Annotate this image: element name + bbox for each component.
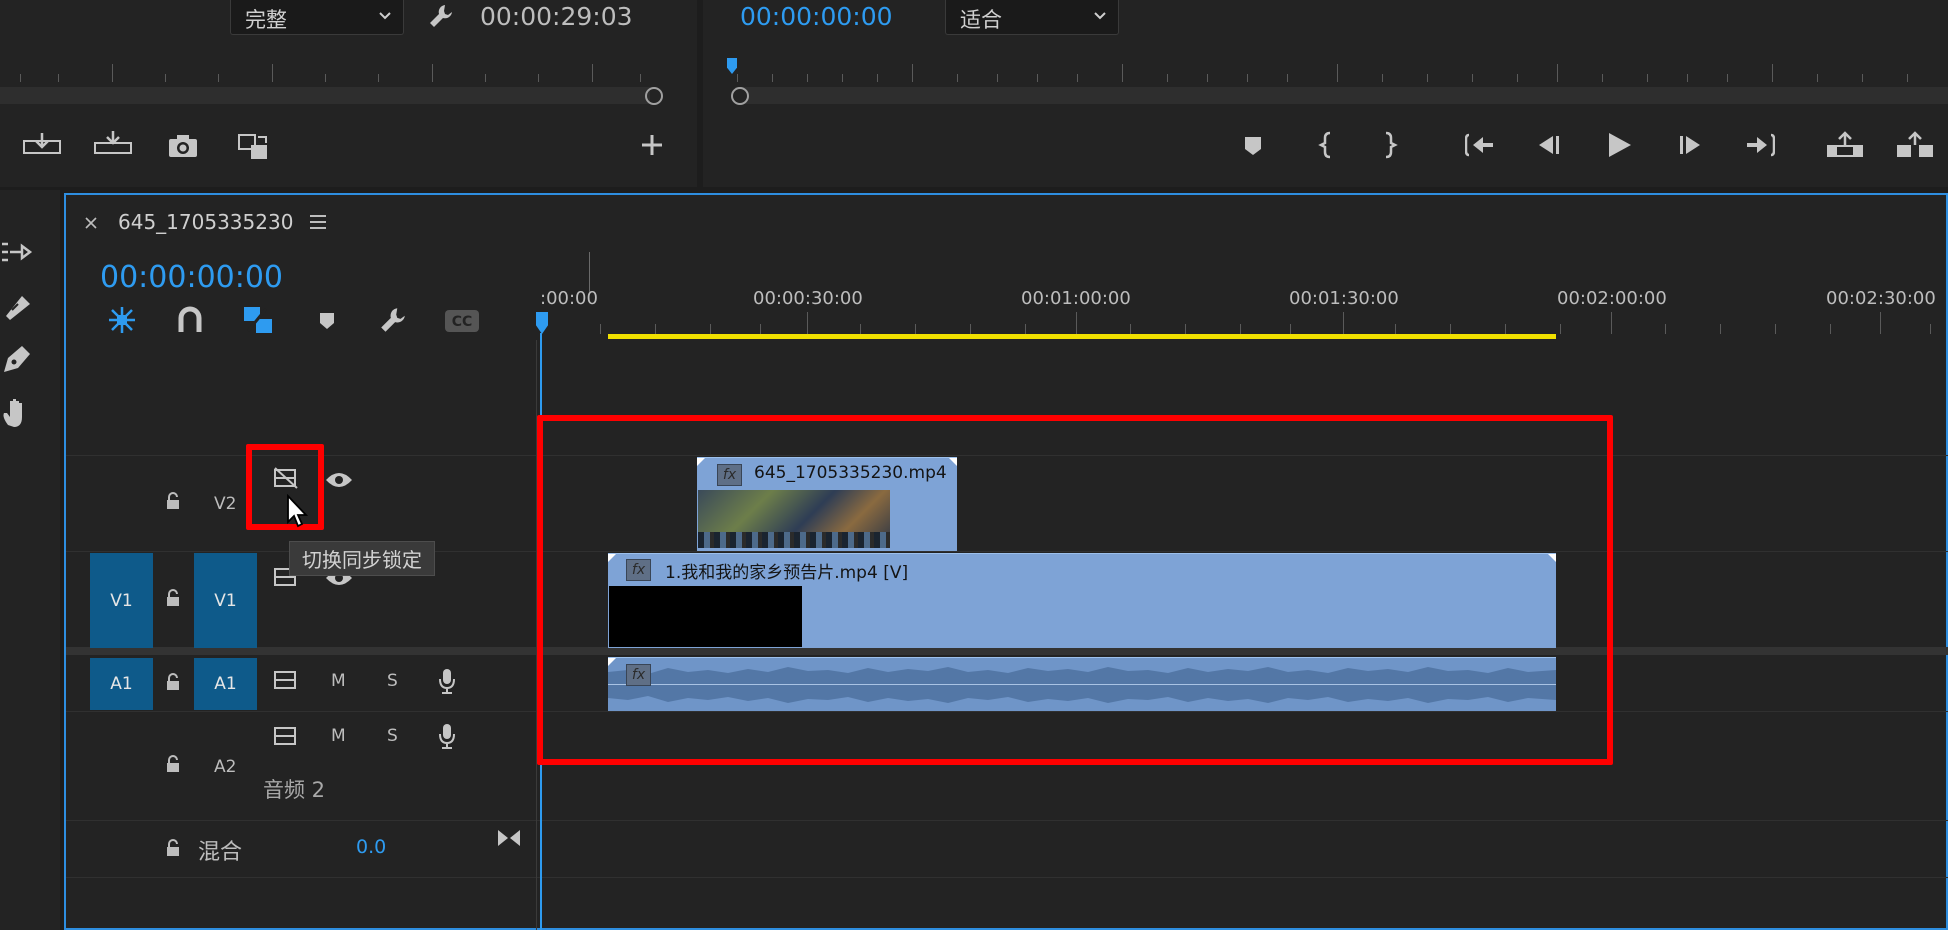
close-icon[interactable] [84, 216, 98, 230]
solo-button-a1[interactable]: S [387, 671, 398, 691]
step-forward-icon[interactable] [1676, 133, 1704, 157]
microphone-icon[interactable] [438, 722, 456, 750]
timeline-tab-title[interactable]: 645_1705335230 [118, 210, 293, 234]
track-label-v2: V2 [214, 494, 237, 514]
source-patch-v1[interactable]: V1 [90, 553, 153, 648]
mix-track-label: 混合 [198, 840, 243, 865]
source-patch-a1[interactable]: A1 [90, 658, 153, 710]
microphone-icon[interactable] [438, 667, 456, 695]
track-label-a2: A2 [214, 757, 237, 777]
lock-icon[interactable] [165, 838, 181, 862]
camera-icon[interactable] [167, 133, 199, 159]
timeline-ruler[interactable]: :00:00 00:00:30:00 00:01:00:00 00:01:30:… [540, 252, 1948, 340]
add-button-icon[interactable] [640, 133, 664, 157]
eye-icon[interactable] [324, 470, 354, 490]
program-zoom-bar[interactable] [735, 87, 1948, 104]
highlight-box-clips [537, 415, 1613, 765]
track-target-a1[interactable]: A1 [194, 658, 257, 710]
program-timecode[interactable]: 00:00:00:00 [740, 2, 893, 31]
program-zoom-value: 适合 [960, 8, 1002, 32]
timeline-timecode[interactable]: 00:00:00:00 [100, 260, 283, 295]
timeline-settings-wrench-icon[interactable] [378, 305, 408, 335]
source-zoom-handle[interactable] [645, 87, 663, 105]
ruler-label: 00:01:00:00 [1021, 288, 1131, 309]
track-name-a2: 音频 2 [263, 778, 326, 802]
replace-icon[interactable] [236, 131, 272, 163]
mix-bowtie-icon[interactable] [496, 828, 522, 848]
go-to-in-icon[interactable] [1465, 133, 1497, 157]
play-icon[interactable] [1606, 131, 1632, 159]
ruler-label: 00:00:30:00 [753, 288, 863, 309]
ruler-label: 00:02:30:00 [1826, 288, 1936, 309]
ruler-label: 00:01:30:00 [1289, 288, 1399, 309]
program-zoom-select[interactable]: 适合 [945, 0, 1119, 35]
source-ruler[interactable] [0, 60, 660, 88]
ruler-label: 00:02:00:00 [1557, 288, 1667, 309]
go-to-out-icon[interactable] [1743, 133, 1775, 157]
captions-icon[interactable]: CC [444, 309, 480, 333]
lock-icon[interactable] [165, 491, 181, 515]
add-marker-icon[interactable] [318, 311, 336, 331]
chevron-down-icon [1092, 8, 1108, 24]
mix-volume-value[interactable]: 0.0 [356, 836, 386, 858]
mute-button-a2[interactable]: M [331, 726, 346, 746]
track-divider [66, 877, 1948, 878]
snap-magnet-icon[interactable] [177, 306, 203, 334]
mark-out-icon[interactable] [1382, 131, 1398, 159]
chevron-down-icon [377, 8, 393, 24]
nest-sequence-icon[interactable] [106, 305, 138, 335]
source-timecode[interactable]: 00:00:29:03 [480, 2, 633, 31]
mouse-cursor-icon [285, 494, 311, 530]
pen-icon[interactable] [0, 342, 34, 376]
source-zoom-bar[interactable] [0, 87, 650, 104]
overwrite-icon[interactable] [93, 129, 133, 159]
sync-lock-icon[interactable] [273, 668, 299, 692]
lift-icon[interactable] [1825, 131, 1865, 161]
svg-text:CC: CC [452, 314, 473, 330]
source-quality-value: 完整 [245, 8, 287, 32]
tooltip: 切换同步锁定 [289, 541, 435, 576]
mute-button-a1[interactable]: M [331, 671, 346, 691]
hand-icon[interactable] [0, 395, 34, 429]
source-quality-select[interactable]: 完整 [230, 0, 404, 35]
panel-menu-icon[interactable] [309, 214, 327, 230]
step-back-icon[interactable] [1535, 133, 1563, 157]
marker-icon[interactable] [1243, 135, 1263, 157]
program-ruler[interactable] [727, 60, 1948, 88]
linked-selection-icon[interactable] [242, 305, 274, 335]
lock-icon[interactable] [165, 588, 181, 612]
sync-lock-icon[interactable] [273, 724, 299, 748]
solo-button-a2[interactable]: S [387, 726, 398, 746]
insert-icon[interactable] [22, 131, 62, 161]
extract-icon[interactable] [1895, 131, 1935, 161]
razor-icon[interactable] [0, 290, 34, 322]
track-divider [66, 820, 1948, 821]
work-area-bar[interactable] [608, 334, 1556, 339]
lock-icon[interactable] [165, 672, 181, 696]
track-select-forward-icon[interactable] [0, 238, 36, 268]
tooltip-text: 切换同步锁定 [302, 548, 422, 572]
track-target-v1[interactable]: V1 [194, 553, 257, 648]
program-zoom-handle[interactable] [731, 87, 749, 105]
wrench-icon[interactable] [427, 2, 455, 30]
mark-in-icon[interactable] [1318, 131, 1334, 159]
lock-icon[interactable] [165, 754, 181, 778]
